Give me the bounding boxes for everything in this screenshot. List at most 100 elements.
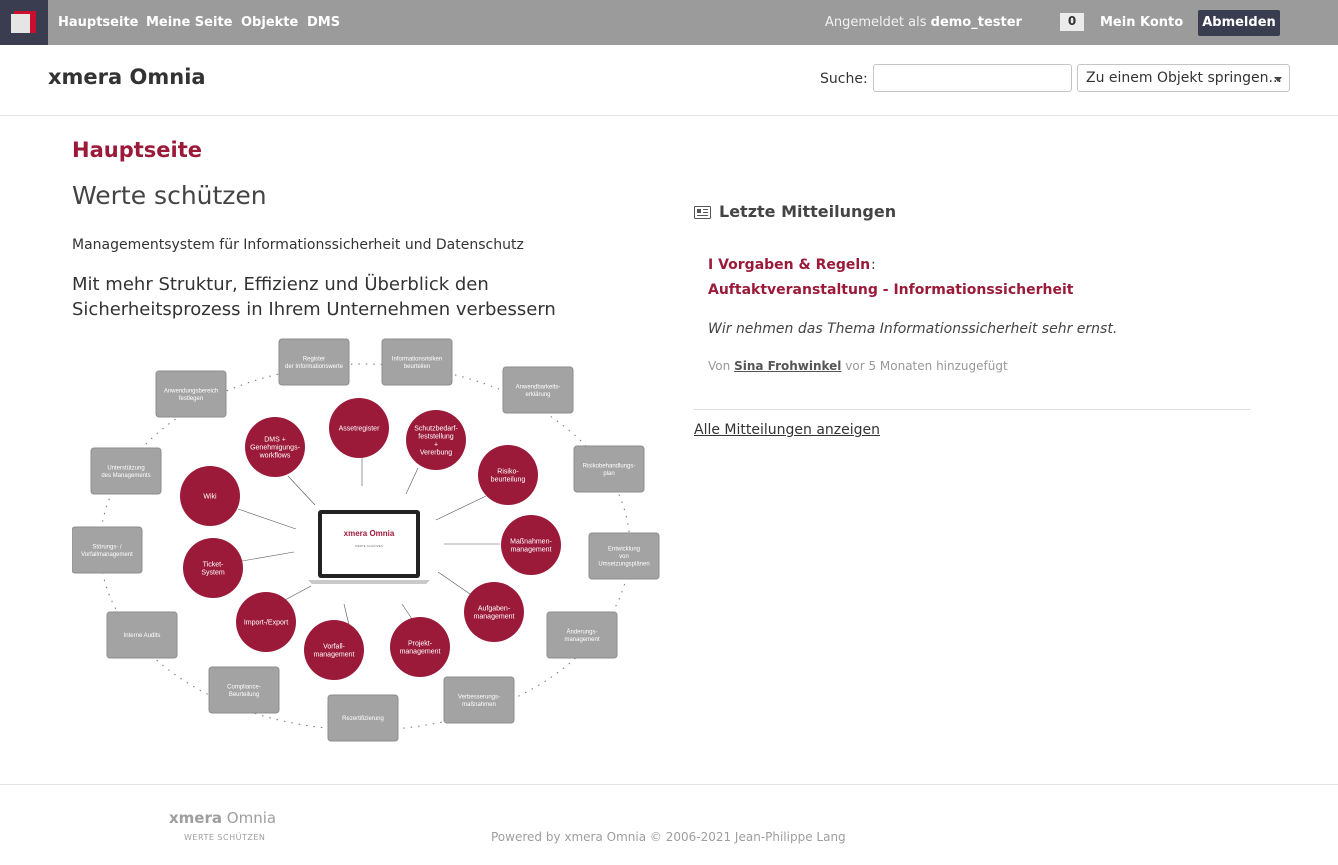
notification-count-badge[interactable]: 0: [1060, 13, 1084, 31]
diagram-process-label: der Informationswerte: [285, 364, 344, 370]
diagram-process-box: Anwendbarkeits-erklärung: [502, 366, 574, 414]
diagram-connector: [284, 585, 312, 601]
site-title[interactable]: xmera Omnia: [48, 65, 206, 89]
chevron-down-icon: [1274, 77, 1282, 82]
app-logo-icon[interactable]: [0, 0, 48, 45]
diagram-module-label: +: [434, 442, 438, 449]
top-menu: Hauptseite Meine Seite Objekte DMS Angem…: [0, 0, 1338, 45]
page-heading: Hauptseite: [72, 138, 202, 162]
diagram-process-box: Risikobehandlungs-plan: [573, 445, 645, 493]
diagram-process-label: Risikobehandlungs-: [583, 463, 636, 469]
diagram-module-circle: Schutzbedarf-feststellung+Vererbung: [406, 410, 466, 470]
diagram-process-label: Umsetzungsplänen: [598, 562, 649, 568]
diagram-connector: [435, 495, 487, 521]
diagram-process-label: Verbesserungs-: [458, 694, 500, 700]
all-news-link[interactable]: Alle Mitteilungen anzeigen: [694, 422, 880, 438]
diagram-process-label: erklärung: [525, 392, 550, 398]
diagram-module-label: Ticket-: [203, 562, 224, 569]
logged-in-status: Angemeldet als demo_tester: [825, 15, 1022, 30]
diagram-module-label: Vererbung: [420, 450, 452, 457]
diagram-connector: [437, 571, 471, 595]
diagram-module-circle: Risiko-beurteilung: [478, 445, 538, 505]
diagram-module-label: DMS +: [264, 437, 286, 444]
diagram-process-box: Unterstützung des Managements: [90, 447, 162, 495]
diagram-module-label: Aufgaben-: [478, 606, 511, 613]
diagram-module-label: Genehmigungs-: [250, 445, 300, 452]
my-account-link[interactable]: Mein Konto: [1100, 15, 1183, 30]
diagram-process-box: Entwicklungvon Umsetzungsplänen: [588, 532, 660, 580]
diagram-module-label: Maßnahmen-: [510, 539, 552, 546]
diagram-process-label: von: [619, 554, 629, 560]
newspaper-icon: [694, 206, 711, 219]
diagram-process-box: Informationsrisiken beurteilen: [381, 338, 453, 386]
diagram-module-label: management: [314, 652, 355, 659]
diagram-module-label: Vorfall-: [323, 644, 345, 651]
footer-logo-light: Omnia: [226, 809, 277, 827]
diagram-module-label: Wiki: [203, 494, 217, 501]
news-project-separator: :: [871, 257, 876, 273]
search-label: Suche:: [820, 71, 868, 87]
diagram-process-label: plan: [603, 471, 614, 477]
logout-button[interactable]: Abmelden: [1198, 10, 1280, 36]
diagram-module-circle: Projekt-management: [390, 617, 450, 677]
diagram-connector: [287, 475, 316, 506]
diagram-process-label: Anwendungsbereich: [164, 388, 218, 394]
news-author-link[interactable]: Sina Frohwinkel: [734, 359, 841, 373]
footer-logo: xmera Omnia: [169, 809, 276, 827]
header: xmera Omnia Suche: Zu einem Objekt sprin…: [0, 45, 1338, 116]
diagram-process-label: management: [564, 637, 599, 643]
search-input[interactable]: [873, 64, 1072, 92]
diagram-module-label: Assetregister: [339, 426, 381, 433]
diagram-module-circle: Aufgaben-management: [464, 582, 524, 642]
diagram-module-circle: Assetregister: [329, 398, 389, 458]
diagram-process-label: Anwendbarkeits-: [516, 384, 561, 390]
diagram-process-label: Unterstützung: [107, 465, 144, 471]
username-link[interactable]: demo_tester: [931, 15, 1022, 30]
diagram-connector: [237, 508, 297, 530]
diagram-process-label: Beurteilung: [229, 692, 259, 698]
menu-item-meine-seite[interactable]: Meine Seite: [146, 15, 232, 30]
menu-item-objekte[interactable]: Objekte: [241, 15, 298, 30]
news-meta: Von Sina Frohwinkel vor 5 Monaten hinzug…: [708, 359, 1008, 373]
diagram-module-label: System: [201, 570, 225, 577]
diagram-process-box: Interne Audits: [106, 611, 178, 659]
diagram-process-label: festlegen: [179, 396, 203, 402]
diagram-process-label: beurteilen: [404, 364, 430, 370]
tagline-lead: Mit mehr Struktur, Effizienz und Überbli…: [72, 274, 556, 320]
menu-item-dms[interactable]: DMS: [307, 15, 340, 30]
footer-logo-bold: xmera: [169, 809, 222, 827]
diagram-module-label: Schutzbedarf-: [414, 426, 458, 433]
diagram-connector: [241, 551, 295, 562]
diagram-module-circle: Maßnahmen-management: [501, 515, 561, 575]
jump-to-project-select[interactable]: Zu einem Objekt springen...: [1077, 64, 1290, 92]
diagram-process-label: Entwicklung: [608, 547, 640, 553]
laptop-screen-slogan: WERTE SCHÜTZEN: [355, 544, 383, 548]
diagram-module-label: management: [474, 614, 515, 621]
menu-item-hauptseite[interactable]: Hauptseite: [58, 15, 138, 30]
diagram-process-box: Register der Informationswerte: [278, 338, 350, 386]
news-divider: [694, 409, 1250, 410]
news-project-link[interactable]: I Vorgaben & Regeln: [708, 257, 870, 273]
jump-to-project-placeholder: Zu einem Objekt springen...: [1086, 70, 1282, 86]
news-heading: Letzte Mitteilungen: [694, 202, 896, 221]
diagram-module-circle: Import-/Export: [236, 592, 296, 652]
diagram-connector: [343, 603, 350, 626]
diagram-connector: [405, 467, 419, 495]
laptop-image: xmera Omnia WERTE SCHÜTZEN: [308, 510, 430, 584]
diagram-process-box: Rezertifizierung: [327, 694, 399, 742]
diagram-process-box: Compliance- Beurteilung: [208, 666, 280, 714]
diagram-module-label: feststellung: [418, 434, 454, 441]
tagline-title: Werte schützen: [72, 181, 267, 210]
diagram-module-label: beurteilung: [491, 477, 526, 484]
diagram-process-label: Änderungs-: [566, 628, 597, 635]
diagram-process-label: Vorfallmanagement: [81, 552, 133, 558]
diagram-process-label: Störungs- /: [92, 544, 122, 550]
footer-powered-by: Powered by xmera Omnia © 2006-2021 Jean-…: [491, 830, 846, 844]
news-title-link[interactable]: Auftaktveranstaltung - Informationssiche…: [708, 282, 1073, 298]
footer-slogan: WERTE SCHÜTZEN: [184, 833, 266, 842]
diagram-module-label: Risiko-: [497, 469, 519, 476]
diagram-process-label: maßnahmen: [462, 702, 496, 708]
news-added-label: vor 5 Monaten hinzugefügt: [845, 359, 1008, 373]
diagram-module-label: Projekt-: [408, 641, 433, 648]
tagline-subtitle: Managementsystem für Informationssicherh…: [72, 237, 524, 253]
